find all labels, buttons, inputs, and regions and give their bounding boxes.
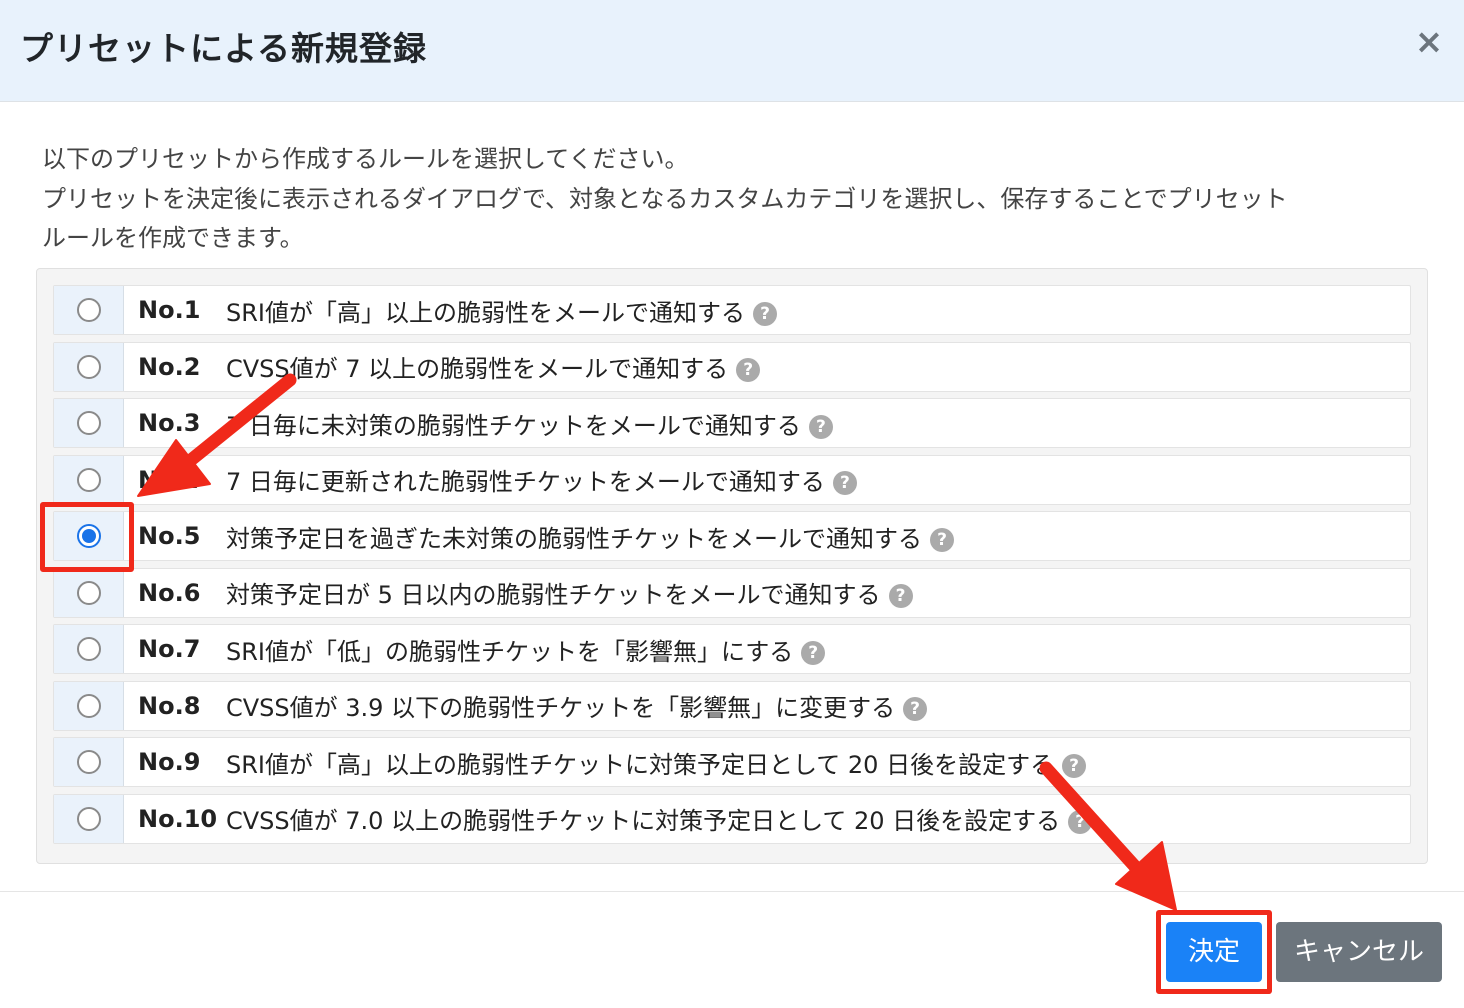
help-icon[interactable]: ? bbox=[930, 527, 954, 552]
radio-cell[interactable] bbox=[54, 286, 124, 334]
preset-row[interactable]: No.9 SRI値が「高」以上の脆弱性チケットに対策予定日として 20 日後を設… bbox=[53, 737, 1411, 787]
preset-number: No.2 bbox=[138, 352, 201, 381]
preset-row[interactable]: No.5 対策予定日を過ぎた未対策の脆弱性チケットをメールで通知する? bbox=[53, 511, 1411, 561]
preset-row[interactable]: No.8 CVSS値が 3.9 以下の脆弱性チケットを「影響無」に変更する? bbox=[53, 680, 1411, 731]
modal-title: プリセットによる新規登録 bbox=[20, 29, 428, 68]
preset-list: No.1 SRI値が「高」以上の脆弱性をメールで通知する? No.2 CVSS値… bbox=[36, 268, 1428, 864]
help-icon[interactable]: ? bbox=[736, 358, 761, 382]
intro-line-2: プリセットを決定後に表示されるダイアログで、対象となるカスタムカテゴリを選択し、… bbox=[42, 184, 1288, 213]
preset-label-text: SRI値が「高」以上の脆弱性をメールで通知する bbox=[226, 298, 745, 327]
cancel-button[interactable]: キャンセル bbox=[1276, 922, 1442, 982]
intro-line-1: 以下のプリセットから作成するルールを選択してください。 bbox=[42, 145, 689, 173]
radio-cell[interactable] bbox=[54, 625, 124, 673]
radio-cell[interactable] bbox=[54, 342, 124, 391]
preset-label: CVSS値が 7.0 以上の脆弱性チケットに対策予定日として 20 日後を設定す… bbox=[226, 801, 1093, 836]
help-icon[interactable]: ? bbox=[801, 640, 826, 665]
preset-label: SRI値が「高」以上の脆弱性チケットに対策予定日として 20 日後を設定する? bbox=[226, 745, 1087, 780]
preset-row[interactable]: No.10 CVSS値が 7.0 以上の脆弱性チケットに対策予定日として 20 … bbox=[53, 793, 1411, 844]
preset-label: 7 日毎に未対策の脆弱性チケットをメールで通知する? bbox=[226, 406, 833, 441]
preset-label-text: SRI値が「高」以上の脆弱性チケットに対策予定日として 20 日後を設定する bbox=[226, 750, 1055, 779]
help-icon[interactable]: ? bbox=[888, 584, 913, 608]
preset-label: SRI値が「低」の脆弱性チケットを「影響無」にする? bbox=[226, 632, 826, 667]
preset-number: No.6 bbox=[138, 578, 201, 607]
preset-label-text: 対策予定日が 5 日以内の脆弱性チケットをメールで通知する bbox=[226, 581, 881, 609]
radio-cell[interactable] bbox=[54, 794, 124, 843]
help-icon[interactable]: ? bbox=[753, 301, 777, 326]
preset-radio[interactable] bbox=[76, 806, 101, 831]
radio-cell[interactable] bbox=[54, 455, 124, 504]
preset-label: CVSS値が 3.9 以下の脆弱性チケットを「影響無」に変更する? bbox=[226, 688, 928, 723]
preset-radio[interactable] bbox=[76, 693, 101, 718]
footer-divider bbox=[0, 891, 1464, 892]
preset-label-text: CVSS値が 3.9 以下の脆弱性チケットを「影響無」に変更する bbox=[226, 694, 896, 722]
preset-radio[interactable] bbox=[76, 750, 101, 774]
preset-label-text: 7 日毎に更新された脆弱性チケットをメールで通知する bbox=[226, 468, 825, 496]
preset-row[interactable]: No.3 7 日毎に未対策の脆弱性チケットをメールで通知する? bbox=[53, 398, 1411, 448]
preset-number: No.5 bbox=[138, 522, 201, 550]
preset-label-text: 7 日毎に未対策の脆弱性チケットをメールで通知する bbox=[226, 411, 801, 440]
preset-number: No.3 bbox=[138, 409, 201, 437]
preset-row[interactable]: No.7 SRI値が「低」の脆弱性チケットを「影響無」にする? bbox=[53, 624, 1411, 674]
intro-text: 以下のプリセットから作成するルールを選択してください。 プリセットを決定後に表示… bbox=[42, 140, 1432, 259]
preset-label: CVSS値が 7 以上の脆弱性をメールで通知する? bbox=[226, 349, 761, 384]
radio-cell[interactable] bbox=[54, 681, 124, 730]
preset-radio[interactable] bbox=[76, 354, 101, 379]
radio-cell[interactable] bbox=[54, 399, 124, 447]
close-button[interactable]: × bbox=[1414, 24, 1444, 60]
preset-label-text: CVSS値が 7.0 以上の脆弱性チケットに対策予定日として 20 日後を設定す… bbox=[226, 807, 1061, 835]
intro-line-3: ルールを作成できます。 bbox=[42, 224, 304, 252]
preset-label: 対策予定日を過ぎた未対策の脆弱性チケットをメールで通知する? bbox=[226, 519, 954, 554]
preset-row[interactable]: No.1 SRI値が「高」以上の脆弱性をメールで通知する? bbox=[53, 285, 1411, 335]
radio-cell[interactable] bbox=[54, 738, 124, 786]
radio-cell[interactable] bbox=[54, 568, 124, 617]
preset-number: No.4 bbox=[138, 465, 201, 494]
help-icon[interactable]: ? bbox=[1068, 810, 1093, 834]
preset-number: No.7 bbox=[138, 635, 201, 663]
preset-row[interactable]: No.6 対策予定日が 5 日以内の脆弱性チケットをメールで通知する? bbox=[53, 567, 1411, 618]
preset-radio-selected[interactable] bbox=[76, 524, 101, 548]
help-icon[interactable]: ? bbox=[903, 697, 928, 721]
preset-number: No.8 bbox=[138, 691, 201, 720]
preset-row[interactable]: No.2 CVSS値が 7 以上の脆弱性をメールで通知する? bbox=[53, 341, 1411, 392]
preset-radio[interactable] bbox=[76, 411, 101, 435]
preset-label: 7 日毎に更新された脆弱性チケットをメールで通知する? bbox=[226, 462, 857, 497]
help-icon[interactable]: ? bbox=[832, 471, 857, 495]
modal-header: プリセットによる新規登録 × bbox=[0, 0, 1464, 102]
preset-label-text: 対策予定日を過ぎた未対策の脆弱性チケットをメールで通知する bbox=[226, 524, 922, 553]
help-icon[interactable]: ? bbox=[1062, 753, 1087, 778]
preset-number: No.9 bbox=[138, 748, 201, 776]
preset-label: 対策予定日が 5 日以内の脆弱性チケットをメールで通知する? bbox=[226, 575, 913, 610]
preset-label: SRI値が「高」以上の脆弱性をメールで通知する? bbox=[226, 293, 777, 328]
radio-cell[interactable] bbox=[54, 512, 124, 560]
preset-radio[interactable] bbox=[76, 298, 101, 322]
preset-radio[interactable] bbox=[76, 637, 101, 661]
preset-label-text: CVSS値が 7 以上の脆弱性をメールで通知する bbox=[226, 355, 729, 383]
preset-radio[interactable] bbox=[76, 580, 101, 605]
preset-label-text: SRI値が「低」の脆弱性チケットを「影響無」にする bbox=[226, 637, 794, 666]
preset-radio[interactable] bbox=[76, 467, 101, 492]
help-icon[interactable]: ? bbox=[808, 414, 833, 439]
preset-number: No.1 bbox=[138, 296, 201, 324]
confirm-button[interactable]: 決定 bbox=[1166, 922, 1262, 982]
preset-number: No.10 bbox=[138, 804, 218, 833]
preset-row[interactable]: No.4 7 日毎に更新された脆弱性チケットをメールで通知する? bbox=[53, 454, 1411, 505]
